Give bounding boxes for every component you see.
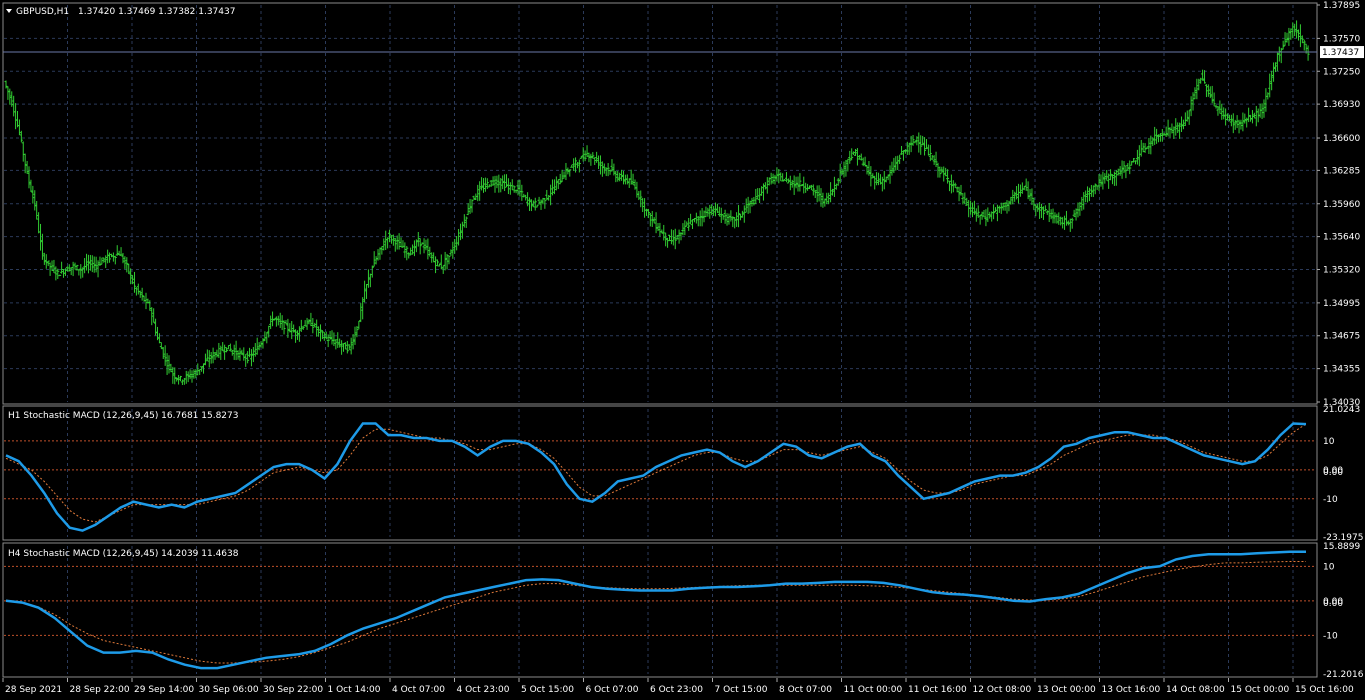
current-price-label: 1.37437 (1322, 48, 1359, 58)
h4-tick-label: 0.00 (1323, 599, 1343, 609)
time-tick-label: 6 Oct 07:00 (586, 685, 639, 695)
time-tick-label: 12 Oct 08:00 (973, 685, 1032, 695)
chart-canvas: GBPUSD,H1 1.37420 1.37469 1.37382 1.3743… (0, 0, 1365, 700)
h4-tick-label: 10 (1323, 562, 1335, 572)
time-tick-label: 4 Oct 23:00 (457, 685, 510, 695)
time-tick-label: 11 Oct 16:00 (908, 685, 967, 695)
ohlc-values: 1.37420 1.37469 1.37382 1.37437 (78, 7, 235, 17)
time-tick-label: 28 Sep 2021 (5, 685, 62, 695)
time-tick-label: 30 Sep 22:00 (263, 685, 323, 695)
h4-tick-label: 15.8899 (1323, 542, 1360, 552)
time-tick-label: 14 Oct 08:00 (1166, 685, 1225, 695)
h1-tick-label: 10 (1323, 437, 1335, 447)
time-tick-label: 8 Oct 07:00 (779, 685, 832, 695)
price-tick-label: 1.34675 (1323, 332, 1360, 342)
time-tick-label: 5 Oct 15:00 (521, 685, 574, 695)
price-tick-label: 1.36600 (1323, 134, 1360, 144)
price-tick-label: 1.35320 (1323, 265, 1360, 275)
price-tick-label: 1.35640 (1323, 233, 1360, 243)
price-tick-label: 1.34995 (1323, 299, 1360, 309)
time-tick-label: 11 Oct 00:00 (844, 685, 903, 695)
time-tick-label: 13 Oct 00:00 (1037, 685, 1096, 695)
price-tick-label: 1.36285 (1323, 166, 1360, 176)
time-tick-label: 6 Oct 23:00 (650, 685, 703, 695)
symbol-title: GBPUSD,H1 (16, 7, 69, 17)
h4-indicator-title: H4 Stochastic MACD (12,26,9,45) 14.2039 … (8, 549, 239, 559)
price-tick-label: 1.37570 (1323, 34, 1360, 44)
time-tick-label: 15 Oct 00:00 (1231, 685, 1290, 695)
price-tick-label: 1.37250 (1323, 67, 1360, 77)
price-tick-label: 1.37895 (1323, 1, 1360, 11)
time-tick-label: 1 Oct 14:00 (328, 685, 381, 695)
time-tick-label: 28 Sep 22:00 (70, 685, 130, 695)
time-tick-label: 30 Sep 06:00 (199, 685, 259, 695)
h1-tick-label: 0.00 (1323, 468, 1343, 478)
price-tick-label: 1.35960 (1323, 200, 1360, 210)
h1-tick-label: -10 (1323, 495, 1338, 505)
price-tick-label: 1.34355 (1323, 365, 1360, 375)
time-tick-label: 29 Sep 14:00 (134, 685, 194, 695)
h1-indicator-title: H1 Stochastic MACD (12,26,9,45) 16.7681 … (8, 411, 238, 421)
h4-tick-label: -10 (1323, 631, 1338, 641)
time-tick-label: 7 Oct 15:00 (715, 685, 768, 695)
time-tick-label: 4 Oct 07:00 (392, 685, 445, 695)
time-tick-label: 13 Oct 16:00 (1102, 685, 1161, 695)
price-tick-label: 1.36930 (1323, 100, 1360, 110)
symbol-header[interactable]: GBPUSD,H1 1.37420 1.37469 1.37382 1.3743… (6, 7, 235, 17)
h1-tick-label: 21.0243 (1323, 405, 1360, 415)
time-tick-label: 15 Oct 16:00 (1295, 685, 1354, 695)
h4-tick-label: -21.2016 (1323, 670, 1364, 680)
current-price-tag: 1.37437 (1320, 46, 1364, 59)
